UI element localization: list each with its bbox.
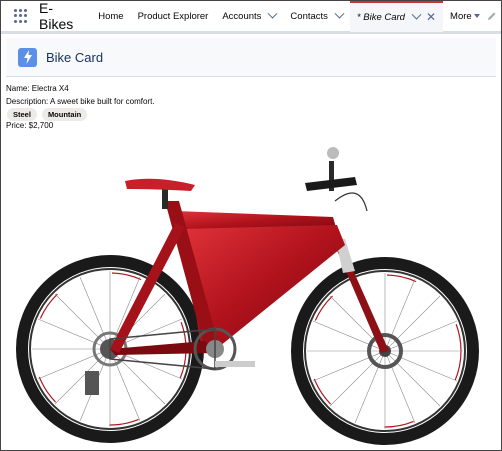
app-window: E-Bikes Home Product Explorer Accounts C… — [0, 0, 502, 451]
bike-image — [16, 147, 479, 445]
more-label: More — [450, 10, 472, 22]
nav-item-label: Accounts — [222, 10, 262, 22]
bike-name: Name: Electra X4 — [6, 84, 69, 93]
tag-steel: Steel — [7, 108, 37, 121]
nav-item-home[interactable]: Home — [91, 1, 130, 31]
tag-list: Steel Mountain — [7, 108, 88, 121]
lightning-icon — [18, 47, 37, 67]
tag-mountain: Mountain — [41, 108, 88, 121]
nav-item-accounts[interactable]: Accounts — [215, 1, 283, 31]
chevron-down-icon[interactable] — [411, 9, 422, 20]
saddle — [125, 178, 195, 191]
nav-more-menu[interactable]: More — [443, 1, 487, 31]
card-header: Bike Card — [6, 38, 496, 77]
bike-description: Description: A sweet bike built for comf… — [6, 97, 155, 106]
nav-item-product-explorer[interactable]: Product Explorer — [131, 1, 216, 31]
nav-item-label: Home — [98, 10, 124, 22]
card-title: Bike Card — [46, 49, 104, 65]
close-tab-icon[interactable]: ✕ — [426, 10, 436, 24]
nav-item-label: Product Explorer — [137, 10, 209, 22]
chevron-down-icon[interactable] — [334, 8, 345, 19]
app-launcher-waffle-icon[interactable] — [14, 9, 27, 23]
tab-bike-card[interactable]: * Bike Card ✕ — [349, 1, 444, 32]
tab-label: * Bike Card — [356, 11, 405, 23]
caret-down-icon — [473, 14, 480, 18]
nav-item-contacts[interactable]: Contacts — [283, 1, 350, 31]
navigation-bar: E-Bikes Home Product Explorer Accounts C… — [1, 1, 501, 34]
pencil-icon[interactable] — [487, 9, 497, 23]
chevron-down-icon[interactable] — [267, 8, 278, 19]
bike-price: Price: $2,700 — [6, 121, 54, 130]
app-name: E-Bikes — [39, 0, 74, 32]
nav-item-label: Contacts — [290, 10, 328, 22]
